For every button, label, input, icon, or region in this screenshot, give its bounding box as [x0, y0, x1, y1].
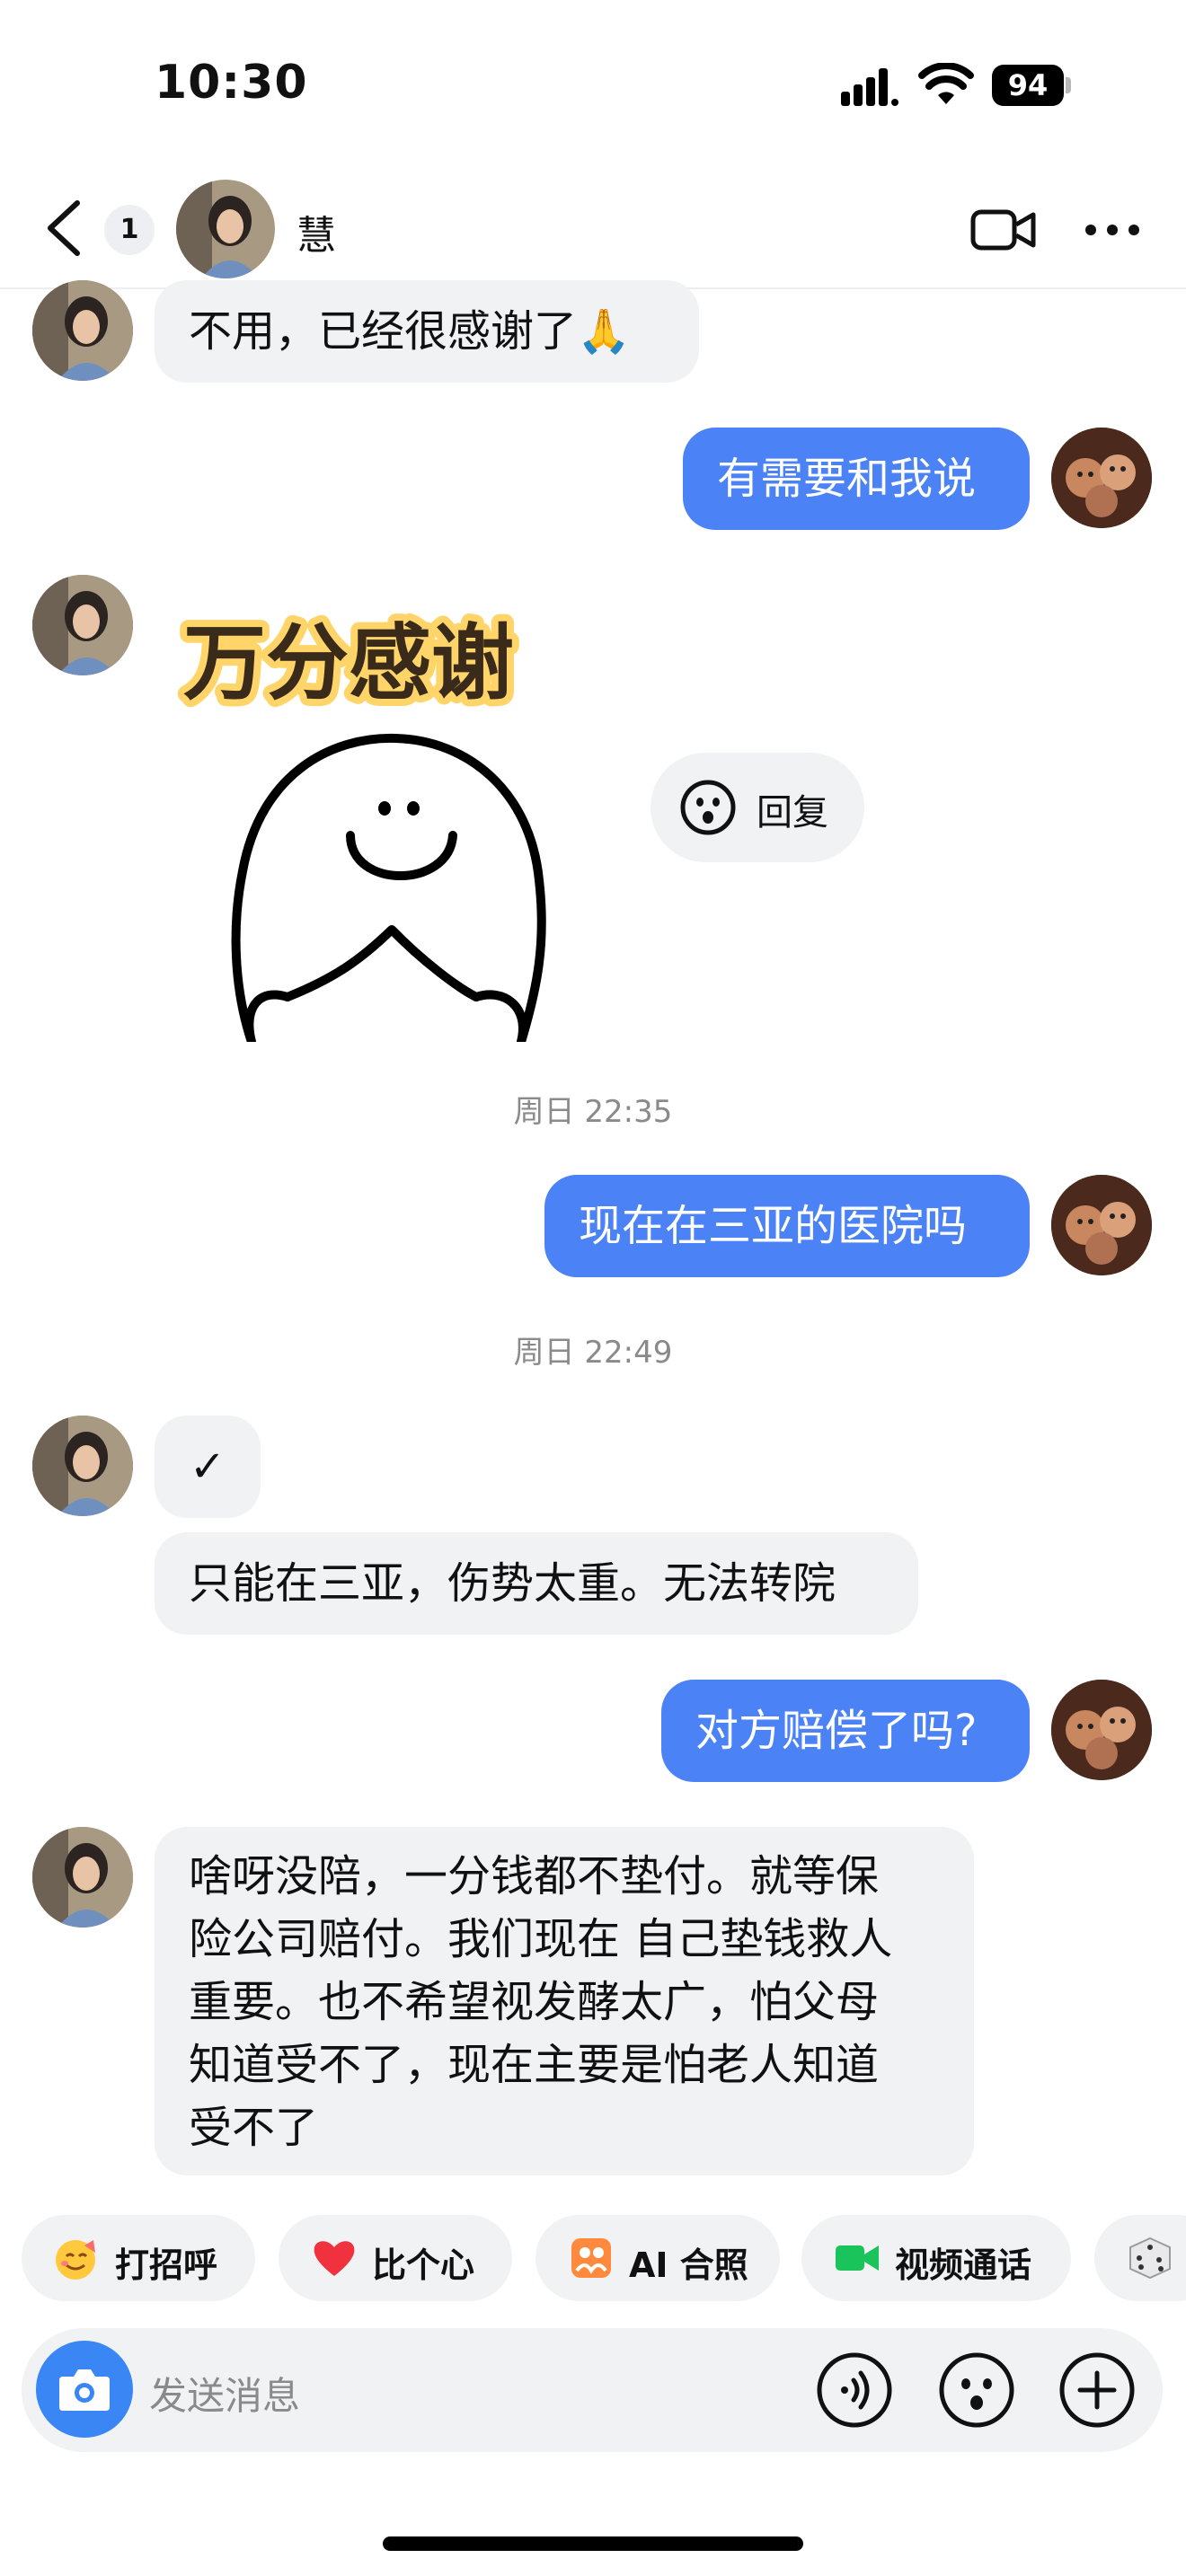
message-bubble-incoming[interactable]: 啥呀没陪，一分钱都不垫付。就等保 险公司赔付。我们现在 自己垫钱救人 重要。也不…	[155, 1827, 974, 2175]
message-bubble-outgoing[interactable]: 有需要和我说	[683, 428, 1030, 530]
camera-button[interactable]	[36, 2341, 133, 2438]
message-line: 知道受不了，现在主要是怕老人知道	[189, 2040, 880, 2090]
battery-indicator: 94	[992, 65, 1071, 106]
sticker-caption: 万分感谢 万分感谢	[176, 602, 598, 719]
emoji-face-icon	[680, 780, 736, 835]
contact-avatar[interactable]	[176, 180, 275, 278]
contact-message-avatar[interactable]	[32, 1827, 133, 1928]
timestamp: 周日 22:49	[513, 1335, 673, 1371]
contact-message-avatar[interactable]	[32, 1416, 133, 1516]
thank-you-sticker-character[interactable]	[225, 719, 557, 1042]
camera-icon	[59, 2369, 110, 2411]
reply-chip[interactable]: 回复	[651, 753, 864, 862]
smile-emoji-icon	[56, 2240, 95, 2280]
add-more-icon[interactable]	[1058, 2351, 1136, 2429]
quick-action-greet[interactable]: 打招呼	[22, 2215, 255, 2301]
more-options-icon[interactable]	[1084, 221, 1141, 239]
dice-icon	[1129, 2236, 1171, 2280]
wifi-icon	[918, 63, 974, 104]
emoji-icon[interactable]	[938, 2351, 1015, 2429]
video-call-icon[interactable]	[970, 207, 1037, 253]
unread-count-badge[interactable]: 1	[104, 205, 155, 255]
message-bubble-outgoing[interactable]: 现在在三亚的医院吗	[544, 1175, 1030, 1277]
message-bubble-incoming[interactable]: 不用，已经很感谢了🙏	[155, 280, 699, 383]
reply-label: 回复	[757, 792, 828, 834]
quick-action-label: AI 合照	[629, 2245, 748, 2285]
voice-input-icon[interactable]	[816, 2351, 893, 2429]
my-avatar[interactable]	[1051, 1175, 1152, 1275]
my-avatar[interactable]	[1051, 1680, 1152, 1780]
quick-action-heart[interactable]: 比个心	[279, 2215, 512, 2301]
back-arrow-icon[interactable]	[41, 199, 88, 257]
message-line: 受不了	[189, 2103, 319, 2153]
quick-actions-bar: 打招呼 比个心 AI 合照 视频通话	[0, 2215, 1186, 2301]
message-line: 险公司赔付。我们现在 自己垫钱救人	[189, 1914, 893, 1964]
message-input-field[interactable]: 发送消息	[149, 2366, 300, 2421]
battery-tip	[1066, 77, 1071, 93]
contact-name[interactable]: 慧	[296, 203, 336, 260]
quick-action-ai-photo[interactable]: AI 合照	[535, 2215, 780, 2301]
quick-action-label: 打招呼	[115, 2245, 218, 2285]
battery-level: 94	[992, 65, 1064, 106]
quick-action-label: 比个心	[372, 2245, 475, 2285]
ai-photo-icon	[571, 2238, 611, 2278]
sticker-text: 万分感谢	[183, 615, 514, 711]
chat-header: 1 慧	[0, 176, 1186, 289]
quick-action-dice[interactable]	[1094, 2215, 1186, 2301]
quick-action-video-call[interactable]: 视频通话	[801, 2215, 1071, 2301]
status-bar: 10:30 94	[0, 0, 1186, 171]
message-input-bar: 发送消息	[22, 2328, 1163, 2452]
message-line: 重要。也不希望视发酵太广，怕父母	[189, 1977, 880, 2027]
cellular-signal-icon	[841, 68, 898, 106]
video-call-icon	[836, 2245, 879, 2271]
status-time: 10:30	[155, 56, 308, 110]
home-indicator	[383, 2536, 803, 2551]
message-bubble-incoming[interactable]: 只能在三亚，伤势太重。无法转院	[155, 1532, 918, 1635]
heart-icon	[314, 2241, 355, 2276]
contact-message-avatar[interactable]	[32, 280, 133, 381]
message-bubble-incoming[interactable]: ✓	[155, 1416, 261, 1518]
quick-action-label: 视频通话	[895, 2245, 1032, 2285]
message-line: 啥呀没陪，一分钱都不垫付。就等保	[189, 1851, 880, 1901]
contact-message-avatar[interactable]	[32, 575, 133, 675]
my-avatar[interactable]	[1051, 428, 1152, 528]
timestamp: 周日 22:35	[513, 1094, 673, 1130]
message-bubble-outgoing[interactable]: 对方赔偿了吗?	[661, 1680, 1030, 1782]
